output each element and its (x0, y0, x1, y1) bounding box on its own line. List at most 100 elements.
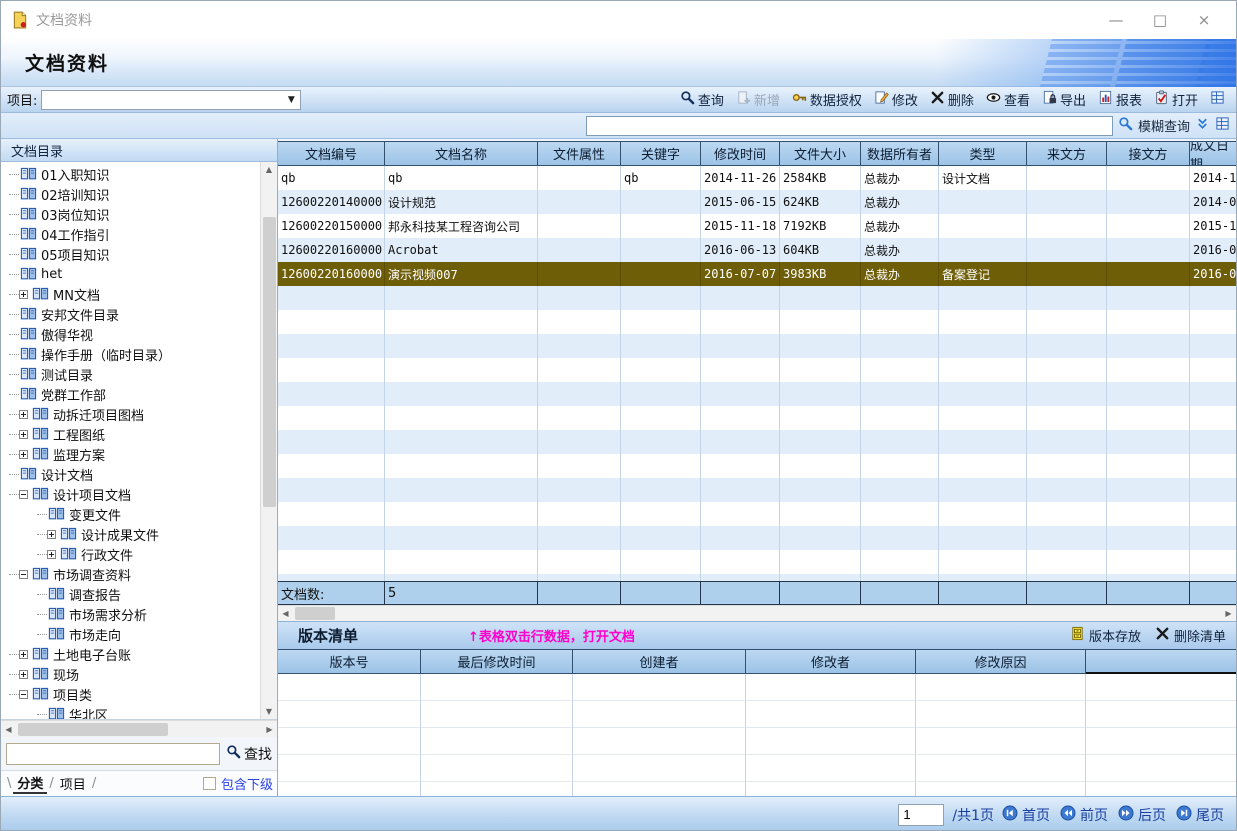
doc-column-header[interactable]: 文件属性 (538, 141, 621, 166)
doc-column-header[interactable]: 类型 (939, 141, 1027, 166)
doc-column-header[interactable]: 文件大小 (780, 141, 861, 166)
find-button[interactable]: 查找 (226, 744, 272, 764)
tree-item[interactable]: 傲得华视 (1, 324, 260, 344)
doc-column-header[interactable]: 接文方 (1107, 141, 1190, 166)
toolbar-button-view[interactable]: 查看 (981, 88, 1035, 111)
doc-column-header[interactable]: 文档编号 (278, 141, 385, 166)
toolbar-button-key[interactable]: 数据授权 (787, 88, 867, 111)
toolbar-button-add[interactable]: 新增 (731, 88, 785, 111)
tree-item[interactable]: 02培训知识 (1, 184, 260, 204)
version-row-empty[interactable] (278, 728, 1236, 755)
doc-row[interactable]: 12600220160000Acrobat2016-06-13604KB总裁办2… (278, 238, 1236, 262)
expand-icon[interactable] (19, 450, 28, 459)
doc-row-empty[interactable] (278, 406, 1236, 430)
tree-item[interactable]: 设计文档 (1, 464, 260, 484)
expand-icon[interactable] (19, 430, 28, 439)
version-column-header[interactable]: 修改者 (746, 649, 916, 674)
doc-row-empty[interactable] (278, 430, 1236, 454)
doc-row[interactable]: 12600220150000邦永科技某工程咨询公司2015-11-187192K… (278, 214, 1236, 238)
tree-item[interactable]: 动拆迁项目图档 (1, 404, 260, 424)
tree-horizontal-scrollbar[interactable]: ◀ ▶ (1, 720, 277, 737)
nav-last-page-button[interactable]: 尾页 (1176, 805, 1224, 825)
tree-item[interactable]: 土地电子台账 (1, 644, 260, 664)
project-combobox[interactable]: ▼ (41, 90, 301, 110)
tree-item[interactable]: het (1, 264, 260, 284)
tree-item[interactable]: 华北区 (1, 704, 260, 719)
doc-row-empty[interactable] (278, 478, 1236, 502)
include-sublevel-checkbox[interactable] (203, 777, 216, 790)
doc-row-empty[interactable] (278, 382, 1236, 406)
tree-item[interactable]: 变更文件 (1, 504, 260, 524)
tree-item[interactable]: 项目类 (1, 684, 260, 704)
chevrons-down-icon[interactable] (1195, 116, 1210, 135)
fuzzy-search-icon[interactable] (1118, 116, 1133, 135)
scroll-up-icon[interactable]: ▲ (262, 162, 277, 177)
doc-row-empty[interactable] (278, 574, 1236, 581)
version-row-empty[interactable] (278, 755, 1236, 782)
tree-item[interactable]: 调查报告 (1, 584, 260, 604)
tree-item[interactable]: 市场调查资料 (1, 564, 260, 584)
tree-item[interactable]: 03岗位知识 (1, 204, 260, 224)
tree-item[interactable]: 工程图纸 (1, 424, 260, 444)
toolbar-button-del[interactable]: 删除 (925, 88, 979, 111)
doc-table-horizontal-scrollbar[interactable]: ◀ ▶ (278, 605, 1236, 621)
tree-item[interactable]: MN文档 (1, 284, 260, 304)
nav-first-page-button[interactable]: 首页 (1002, 805, 1050, 825)
nav-prev-page-button[interactable]: 前页 (1060, 805, 1108, 825)
version-column-header[interactable]: 最后修改时间 (421, 649, 573, 674)
tree-item[interactable]: 市场需求分析 (1, 604, 260, 624)
tree-item[interactable]: 设计项目文档 (1, 484, 260, 504)
toolbar-button-open[interactable]: 打开 (1149, 88, 1203, 111)
doc-row-empty[interactable] (278, 286, 1236, 310)
quick-search-input[interactable] (586, 116, 1113, 136)
doc-row[interactable]: 12600220160000演示视频0072016-07-073983KB总裁办… (278, 262, 1236, 286)
doc-row-empty[interactable] (278, 454, 1236, 478)
scrollbar-thumb[interactable] (18, 723, 168, 736)
doc-row-empty[interactable] (278, 358, 1236, 382)
toolbar-button-search[interactable]: 查询 (675, 88, 729, 111)
doc-row-empty[interactable] (278, 526, 1236, 550)
tree-item[interactable]: 行政文件 (1, 544, 260, 564)
tree-item[interactable]: 操作手册（临时目录） (1, 344, 260, 364)
expand-icon[interactable] (47, 550, 56, 559)
collapse-icon[interactable] (19, 570, 28, 579)
tab-project[interactable]: 项目 (56, 774, 90, 793)
tree-find-input[interactable] (6, 743, 220, 765)
nav-next-page-button[interactable]: 后页 (1118, 805, 1166, 825)
tree-item[interactable]: 设计成果文件 (1, 524, 260, 544)
expand-icon[interactable] (19, 410, 28, 419)
page-number-input[interactable] (898, 804, 944, 826)
doc-row-empty[interactable] (278, 310, 1236, 334)
tree-vertical-scrollbar[interactable]: ▲ ▼ (260, 162, 277, 719)
scrollbar-thumb[interactable] (295, 607, 335, 620)
doc-row-empty[interactable] (278, 334, 1236, 358)
version-column-header[interactable]: 创建者 (573, 649, 746, 674)
doc-row-empty[interactable] (278, 502, 1236, 526)
toolbar-button-report[interactable]: 报表 (1093, 88, 1147, 111)
tree-item[interactable]: 01入职知识 (1, 164, 260, 184)
version-row-empty[interactable] (278, 701, 1236, 728)
tree-item[interactable]: 04工作指引 (1, 224, 260, 244)
expand-icon[interactable] (19, 650, 28, 659)
tree-item[interactable]: 现场 (1, 664, 260, 684)
collapse-icon[interactable] (19, 690, 28, 699)
doc-column-header[interactable]: 文档名称 (385, 141, 538, 166)
doc-row-empty[interactable] (278, 550, 1236, 574)
fuzzy-search-label[interactable]: 模糊查询 (1138, 116, 1190, 135)
toolbar-button-edit[interactable]: 修改 (869, 88, 923, 111)
close-button[interactable]: × (1182, 5, 1226, 35)
minimize-button[interactable]: — (1094, 5, 1138, 35)
expand-icon[interactable] (19, 670, 28, 679)
expand-icon[interactable] (19, 290, 28, 299)
scroll-left-icon[interactable]: ◀ (1, 722, 16, 737)
scroll-down-icon[interactable]: ▼ (262, 704, 277, 719)
tree-item[interactable]: 05项目知识 (1, 244, 260, 264)
column-settings-icon[interactable] (1215, 116, 1230, 135)
tab-classification[interactable]: 分类 (13, 773, 47, 794)
tree-item[interactable]: 安邦文件目录 (1, 304, 260, 324)
scroll-right-icon[interactable]: ▶ (1221, 606, 1236, 621)
doc-column-header[interactable]: 数据所有者 (861, 141, 939, 166)
collapse-icon[interactable] (19, 490, 28, 499)
maximize-button[interactable]: □ (1138, 5, 1182, 35)
expand-icon[interactable] (47, 530, 56, 539)
